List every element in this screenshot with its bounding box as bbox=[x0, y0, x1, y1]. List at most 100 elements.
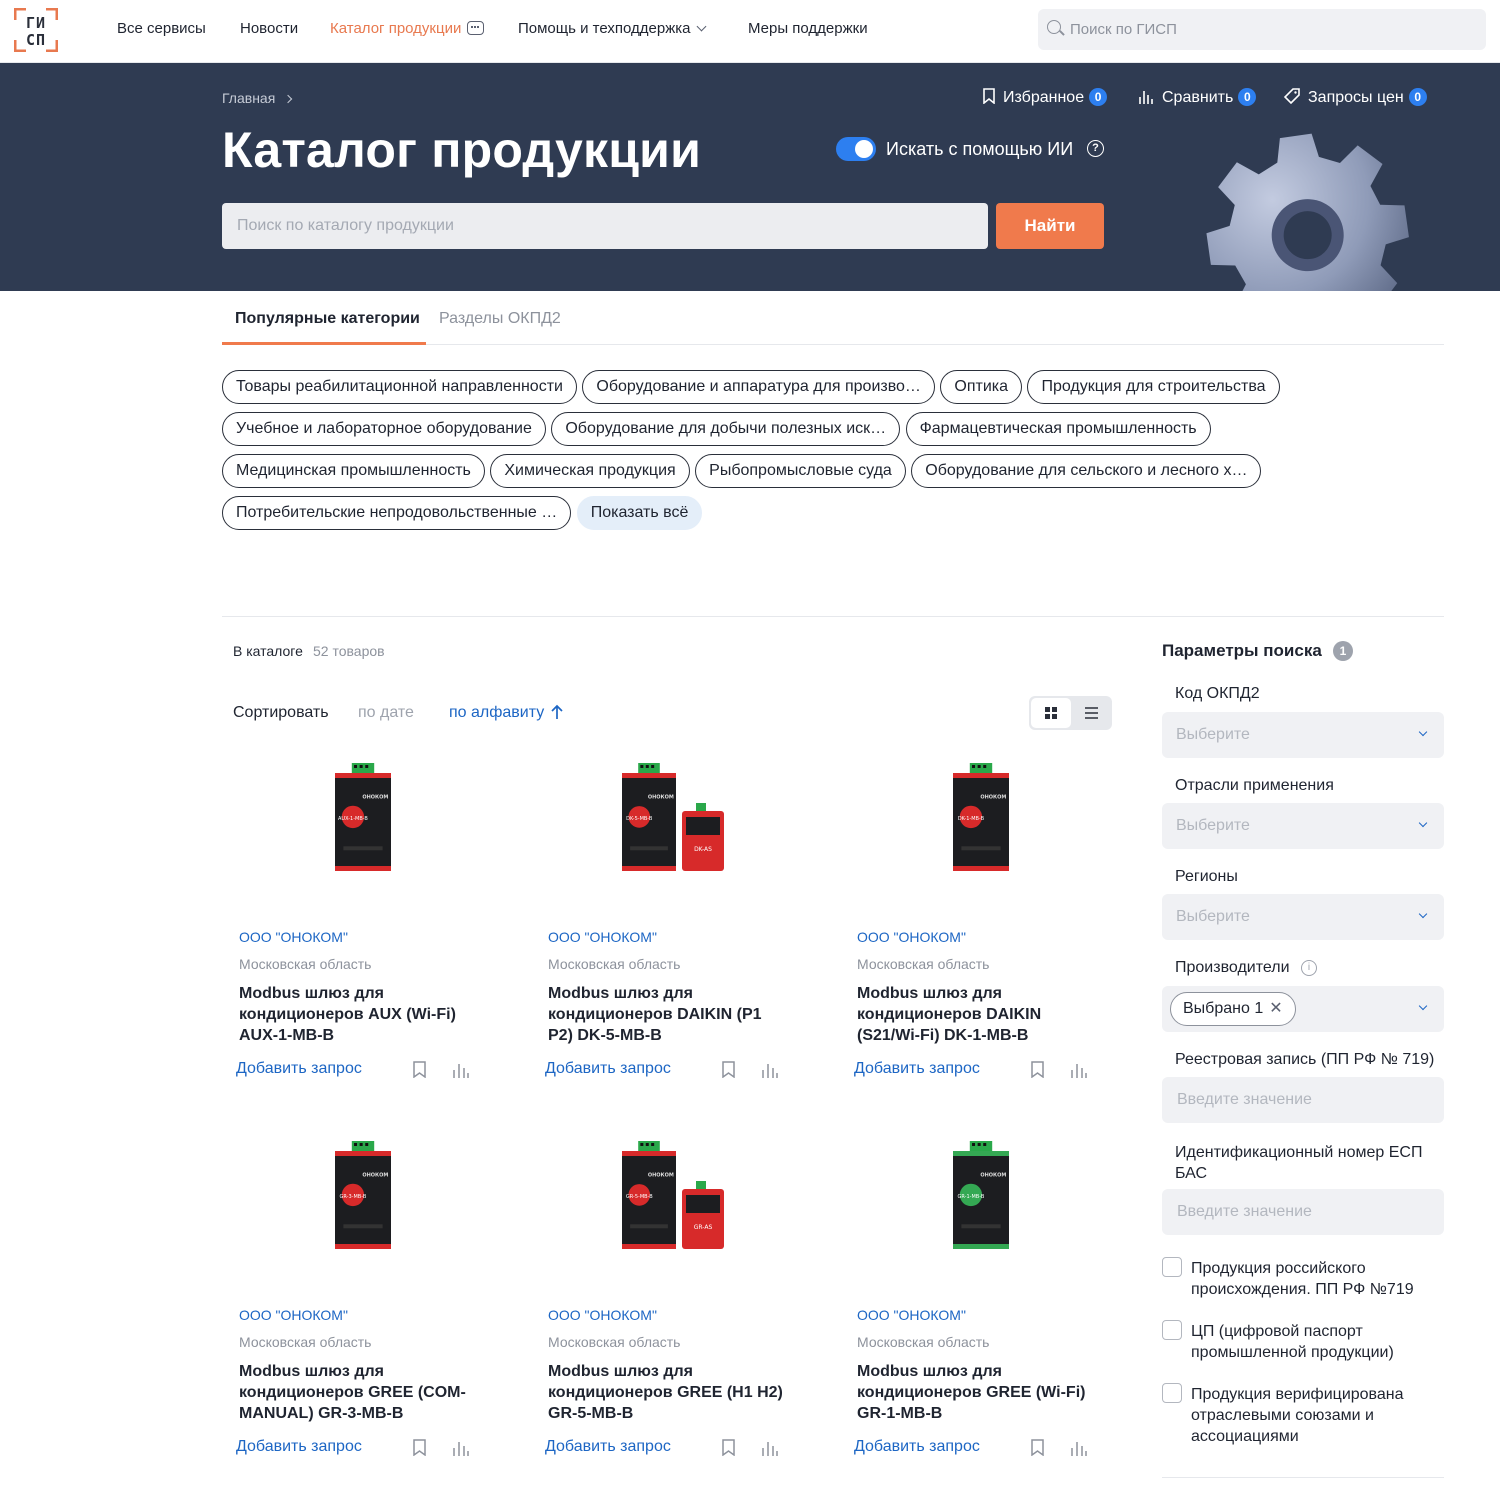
price-requests-link[interactable]: Запросы цен 0 bbox=[1284, 88, 1427, 107]
compare-icon[interactable] bbox=[761, 1440, 779, 1456]
tag-icon bbox=[1284, 88, 1300, 104]
bookmark-icon[interactable] bbox=[413, 1439, 426, 1456]
checkbox-verified[interactable] bbox=[1162, 1383, 1182, 1403]
product-card[interactable]: GR-3-MB-B ОНОКОМ ООО "ОНОКОМ" Московская… bbox=[233, 1141, 523, 1497]
product-card[interactable]: DK-5-MB-B ОНОКОМ DK-AS ООО "ОНОКОМ" Моск… bbox=[542, 763, 832, 1123]
compare-link[interactable]: Сравнить 0 bbox=[1138, 88, 1257, 107]
global-search-input[interactable] bbox=[1038, 9, 1486, 50]
gisp-logo[interactable]: ГИ СП bbox=[14, 8, 58, 52]
ai-search-toggle[interactable] bbox=[836, 137, 876, 161]
product-image[interactable]: DK-5-MB-B ОНОКОМ DK-AS bbox=[582, 763, 762, 903]
divider bbox=[1162, 1477, 1444, 1478]
info-icon[interactable]: i bbox=[1301, 960, 1317, 976]
tab-okpd2-sections[interactable]: Разделы ОКПД2 bbox=[439, 310, 561, 328]
product-company-link[interactable]: ООО "ОНОКОМ" bbox=[857, 929, 966, 945]
esp-input[interactable] bbox=[1162, 1189, 1444, 1235]
product-company-link[interactable]: ООО "ОНОКОМ" bbox=[548, 1307, 657, 1323]
product-title[interactable]: Modbus шлюз для кондиционеров GREE (COM-… bbox=[239, 1361, 479, 1424]
bookmark-icon[interactable] bbox=[1031, 1439, 1044, 1456]
product-image[interactable]: AUX-1-MB-B ОНОКОМ bbox=[273, 763, 453, 903]
filters-count-badge: 1 bbox=[1333, 641, 1353, 661]
product-title[interactable]: Modbus шлюз для кондиционеров AUX (Wi-Fi… bbox=[239, 983, 479, 1046]
list-view-button[interactable] bbox=[1073, 698, 1110, 728]
nav-help-label: Помощь и техподдержка bbox=[518, 20, 691, 37]
manufacturers-select[interactable]: Выбрано 1 ✕ bbox=[1162, 986, 1444, 1032]
checkbox-russian-origin[interactable] bbox=[1162, 1257, 1182, 1277]
product-card[interactable]: AUX-1-MB-B ОНОКОМ ООО "ОНОКОМ" Московска… bbox=[233, 763, 523, 1123]
category-chip[interactable]: Рыбопромысловые суда bbox=[695, 454, 906, 488]
compare-icon[interactable] bbox=[452, 1440, 470, 1456]
category-chip[interactable]: Фармацевтическая промышленность bbox=[905, 412, 1211, 446]
add-request-link[interactable]: Добавить запрос bbox=[545, 1438, 671, 1456]
product-image[interactable]: DK-1-MB-B ОНОКОМ bbox=[891, 763, 1071, 903]
bookmark-icon[interactable] bbox=[413, 1061, 426, 1078]
selected-chip[interactable]: Выбрано 1 ✕ bbox=[1170, 992, 1296, 1026]
category-chip[interactable]: Продукция для строительства bbox=[1027, 370, 1280, 404]
product-title[interactable]: Modbus шлюз для кондиционеров GREE (Wi-F… bbox=[857, 1361, 1097, 1424]
category-chip[interactable]: Оборудование и аппаратура для произво… bbox=[582, 370, 935, 404]
product-image[interactable]: GR-1-MB-B ОНОКОМ bbox=[891, 1141, 1071, 1281]
category-chip[interactable]: Товары реабилитационной направленности bbox=[222, 370, 577, 404]
category-chip[interactable]: Оборудование для добычи полезных иск… bbox=[551, 412, 901, 446]
product-title[interactable]: Modbus шлюз для кондиционеров DAIKIN (P1… bbox=[548, 983, 788, 1046]
compare-icon[interactable] bbox=[1070, 1440, 1088, 1456]
category-chip[interactable]: Медицинская промышленность bbox=[222, 454, 485, 488]
product-card[interactable]: GR-1-MB-B ОНОКОМ ООО "ОНОКОМ" Московская… bbox=[851, 1141, 1141, 1497]
category-chip[interactable]: Химическая продукция bbox=[490, 454, 690, 488]
add-request-link[interactable]: Добавить запрос bbox=[236, 1060, 362, 1078]
tab-popular-categories[interactable]: Популярные категории bbox=[235, 310, 420, 328]
product-company-link[interactable]: ООО "ОНОКОМ" bbox=[239, 1307, 348, 1323]
okpd-select[interactable]: Выберите bbox=[1162, 712, 1444, 758]
show-all-button[interactable]: Показать всё bbox=[576, 496, 703, 530]
catalog-search-input[interactable] bbox=[222, 203, 988, 249]
compare-icon[interactable] bbox=[1070, 1062, 1088, 1078]
product-title[interactable]: Modbus шлюз для кондиционеров GREE (H1 H… bbox=[548, 1361, 788, 1424]
compare-icon[interactable] bbox=[761, 1062, 779, 1078]
bookmark-icon[interactable] bbox=[722, 1439, 735, 1456]
sort-by-alphabet[interactable]: по алфавиту bbox=[449, 704, 544, 722]
breadcrumb-home[interactable]: Главная bbox=[222, 90, 275, 106]
list-icon bbox=[1085, 707, 1098, 719]
nav-all-services[interactable]: Все сервисы bbox=[117, 20, 206, 37]
help-icon[interactable]: ? bbox=[1087, 140, 1104, 157]
compare-icon[interactable] bbox=[452, 1062, 470, 1078]
industries-select[interactable]: Выберите bbox=[1162, 803, 1444, 849]
bookmark-icon[interactable] bbox=[1031, 1061, 1044, 1078]
category-chip[interactable]: Оптика bbox=[940, 370, 1023, 404]
category-chip[interactable]: Учебное и лабораторное оборудование bbox=[222, 412, 546, 446]
favorites-label: Избранное bbox=[1003, 89, 1085, 106]
close-icon[interactable]: ✕ bbox=[1269, 993, 1282, 1025]
active-tab-indicator bbox=[222, 342, 426, 345]
product-title[interactable]: Modbus шлюз для кондиционеров DAIKIN (S2… bbox=[857, 983, 1097, 1046]
add-request-link[interactable]: Добавить запрос bbox=[854, 1438, 980, 1456]
product-card[interactable]: GR-5-MB-B ОНОКОМ GR-AS ООО "ОНОКОМ" Моск… bbox=[542, 1141, 832, 1497]
product-company-link[interactable]: ООО "ОНОКОМ" bbox=[548, 929, 657, 945]
checkbox-digital-passport[interactable] bbox=[1162, 1320, 1182, 1340]
product-region: Московская область bbox=[857, 1334, 990, 1350]
nav-help[interactable]: Помощь и техподдержка bbox=[518, 20, 707, 37]
favorites-link[interactable]: Избранное 0 bbox=[983, 88, 1108, 107]
add-request-link[interactable]: Добавить запрос bbox=[854, 1060, 980, 1078]
product-card[interactable]: DK-1-MB-B ОНОКОМ ООО "ОНОКОМ" Московская… bbox=[851, 763, 1141, 1123]
chip-row: Учебное и лабораторное оборудование Обор… bbox=[222, 412, 1322, 454]
add-request-link[interactable]: Добавить запрос bbox=[545, 1060, 671, 1078]
registry-input[interactable] bbox=[1162, 1077, 1444, 1123]
product-region: Московская область bbox=[548, 1334, 681, 1350]
category-chip[interactable]: Потребительские непродовольственные … bbox=[222, 496, 572, 530]
find-button[interactable]: Найти bbox=[996, 203, 1104, 249]
category-chip[interactable]: Оборудование для сельского и лесного х… bbox=[911, 454, 1262, 488]
sort-by-date[interactable]: по дате bbox=[358, 704, 414, 722]
regions-select[interactable]: Выберите bbox=[1162, 894, 1444, 940]
product-company-link[interactable]: ООО "ОНОКОМ" bbox=[857, 1307, 966, 1323]
bookmark-icon[interactable] bbox=[722, 1061, 735, 1078]
add-request-link[interactable]: Добавить запрос bbox=[236, 1438, 362, 1456]
product-company-link[interactable]: ООО "ОНОКОМ" bbox=[239, 929, 348, 945]
nav-product-catalog[interactable]: Каталог продукции bbox=[330, 20, 485, 37]
price-requests-count-badge: 0 bbox=[1408, 88, 1427, 106]
chevron-down-icon bbox=[1418, 818, 1428, 828]
product-image[interactable]: GR-5-MB-B ОНОКОМ GR-AS bbox=[582, 1141, 762, 1281]
nav-news[interactable]: Новости bbox=[240, 20, 298, 37]
nav-support-measures[interactable]: Меры поддержки bbox=[748, 20, 868, 37]
grid-view-button[interactable] bbox=[1031, 698, 1071, 728]
product-image[interactable]: GR-3-MB-B ОНОКОМ bbox=[273, 1141, 453, 1281]
